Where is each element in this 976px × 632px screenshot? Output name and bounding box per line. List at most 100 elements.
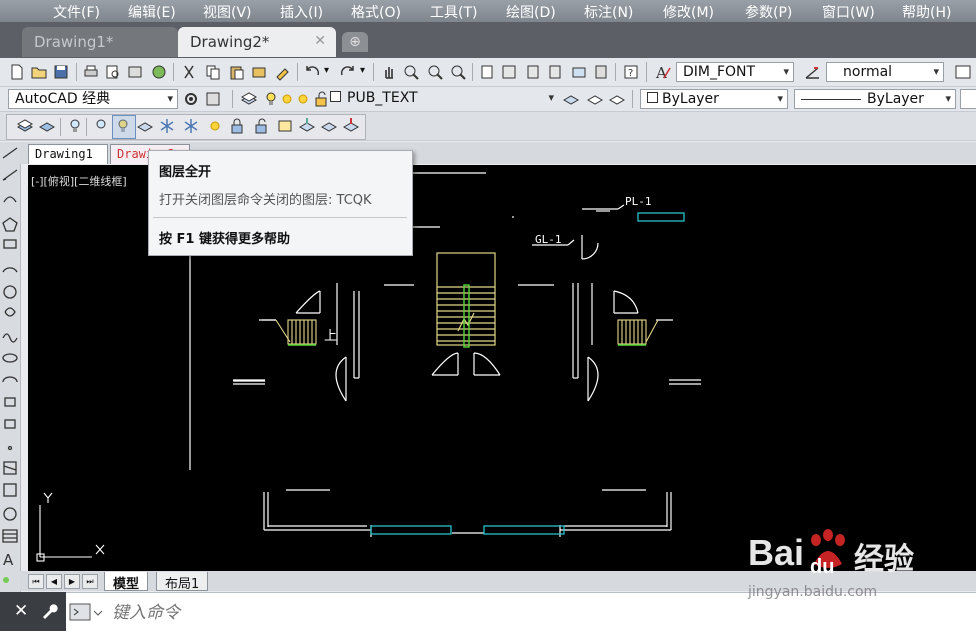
line-icon [2, 147, 18, 159]
layer-bulb-icon[interactable] [66, 117, 84, 135]
lineweight-select[interactable] [960, 89, 976, 109]
color-swatch [647, 92, 658, 103]
file-tab-drawing1[interactable]: Drawing1* [22, 27, 178, 57]
tooltip-title: 图层全开 [159, 165, 212, 180]
layer-select[interactable]: PUB_TEXT ▾ [328, 89, 558, 109]
region-icon [3, 507, 17, 521]
cut-icon[interactable] [180, 63, 198, 81]
hatch-icon [3, 461, 17, 475]
undo-dropdown-icon[interactable]: ▾ [324, 65, 329, 76]
file-tab-bar: Drawing1* Drawing2* ✕ ⊕ [0, 22, 976, 58]
drawing-tab-label: Drawing1 [35, 147, 93, 161]
layer-delete-icon[interactable] [342, 117, 360, 135]
menu-modify[interactable]: 修改(M) [663, 2, 714, 22]
make-current-layer-icon[interactable] [562, 90, 580, 108]
undo-icon[interactable] [304, 63, 322, 81]
menu-edit[interactable]: 编辑(E) [128, 2, 176, 22]
new-tab-button[interactable]: ⊕ [342, 32, 368, 52]
layer-previous-icon[interactable] [586, 90, 604, 108]
layer-unlock-icon[interactable] [252, 117, 270, 135]
table-style-icon[interactable] [954, 63, 972, 81]
pan-icon[interactable] [380, 63, 398, 81]
copy-icon[interactable] [204, 63, 222, 81]
point-icon [7, 445, 13, 451]
wrench-icon[interactable] [40, 602, 58, 620]
layer-freeze-icon[interactable] [158, 117, 176, 135]
layer-thaw-icon[interactable] [182, 117, 200, 135]
close-icon[interactable]: ✕ [14, 601, 28, 621]
layer-merge-icon[interactable] [276, 117, 294, 135]
text-style-select[interactable]: DIM_FONT ▾ [676, 62, 794, 82]
tab-model[interactable]: 模型 [104, 572, 149, 592]
menu-tools[interactable]: 工具(T) [430, 2, 477, 22]
layer-states-icon[interactable] [608, 90, 626, 108]
layer-walk-icon[interactable] [298, 117, 316, 135]
open-file-icon[interactable] [30, 63, 48, 81]
workspace-select[interactable]: AutoCAD 经典 ▾ [8, 89, 178, 109]
zoom-realtime-icon[interactable] [402, 63, 420, 81]
match-properties-icon[interactable] [250, 63, 268, 81]
save-icon[interactable] [52, 63, 70, 81]
menu-window[interactable]: 窗口(W) [822, 2, 875, 22]
left-stair [275, 319, 317, 345]
file-tab-drawing2[interactable]: Drawing2* ✕ [178, 27, 336, 57]
markup-icon[interactable] [570, 63, 588, 81]
publish-icon[interactable] [126, 63, 144, 81]
dim-style-select[interactable]: normal ▾ [826, 62, 944, 82]
first-layout-icon[interactable]: ⏮ [28, 574, 44, 589]
ellipse-icon [2, 353, 18, 363]
print-preview-icon[interactable] [104, 63, 122, 81]
print-icon[interactable] [82, 63, 100, 81]
next-layout-icon[interactable]: ▶ [64, 574, 80, 589]
layer-refresh-icon[interactable] [38, 117, 56, 135]
redo-dropdown-icon[interactable]: ▾ [360, 65, 365, 76]
color-select[interactable]: ByLayer ▾ [640, 89, 788, 109]
watermark-url: jingyan.baidu.com [748, 584, 878, 600]
gear-icon[interactable] [182, 90, 200, 108]
arc-icon [2, 267, 18, 273]
layer-off-icon[interactable] [136, 117, 154, 135]
previous-layout-icon[interactable]: ◀ [46, 574, 62, 589]
redo-icon[interactable] [338, 63, 356, 81]
linetype-select[interactable]: ByLayer ▾ [794, 89, 956, 109]
text-style-icon[interactable]: A [654, 63, 672, 81]
menu-parameters[interactable]: 参数(P) [745, 2, 792, 22]
design-center-icon[interactable] [500, 63, 518, 81]
properties-icon[interactable] [478, 63, 496, 81]
layer-properties-icon[interactable] [240, 90, 258, 108]
command-prompt-icon[interactable] [68, 599, 104, 625]
layer-sun-icon[interactable] [206, 117, 224, 135]
menu-format[interactable]: 格式(O) [351, 2, 401, 22]
paste-icon[interactable] [228, 63, 246, 81]
block-editor-icon[interactable] [274, 63, 292, 81]
zoom-previous-icon[interactable] [449, 63, 467, 81]
layer-match-icon[interactable] [320, 117, 338, 135]
menu-draw[interactable]: 绘图(D) [506, 2, 556, 22]
linetype-value: ByLayer [867, 91, 924, 107]
menu-help[interactable]: 帮助(H) [902, 2, 951, 22]
zoom-window-icon[interactable] [426, 63, 444, 81]
watermark-brand-a: Bai [748, 532, 805, 573]
tool-palettes-icon[interactable] [524, 63, 542, 81]
3d-print-icon[interactable] [150, 63, 168, 81]
menu-view[interactable]: 视图(V) [203, 2, 252, 22]
menu-insert[interactable]: 插入(I) [280, 2, 323, 22]
layer-isolate-icon[interactable] [92, 117, 110, 135]
last-layout-icon[interactable]: ⏭ [82, 574, 98, 589]
menu-dimension[interactable]: 标注(N) [584, 2, 633, 22]
close-tab-icon[interactable]: ✕ [314, 33, 326, 49]
help-icon[interactable]: ? [622, 63, 640, 81]
construction-line-icon [2, 169, 18, 181]
command-input[interactable] [110, 600, 714, 626]
table-icon [2, 529, 18, 543]
layer-lock-icon[interactable] [228, 117, 246, 135]
layer-stack-icon[interactable] [16, 117, 34, 135]
new-file-icon[interactable] [8, 63, 26, 81]
workspace-settings-icon[interactable] [204, 90, 222, 108]
menu-file[interactable]: 文件(F) [53, 2, 100, 22]
drawing-tab-1[interactable]: Drawing1 [28, 144, 108, 164]
dim-style-icon[interactable] [804, 63, 822, 81]
tab-layout1[interactable]: 布局1 [156, 572, 209, 592]
calculator-icon[interactable] [592, 63, 610, 81]
sheet-set-icon[interactable] [546, 63, 564, 81]
